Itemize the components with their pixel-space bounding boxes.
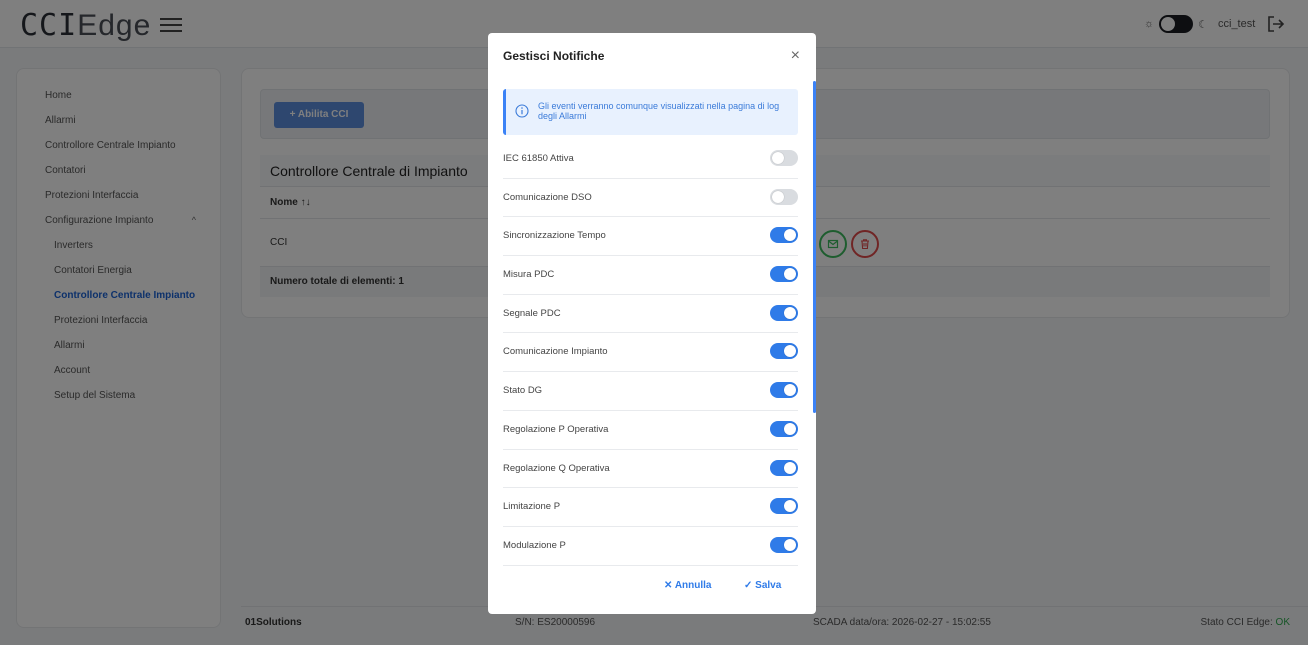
cancel-label: Annulla [674, 580, 712, 591]
notification-label: Sincronizzazione Tempo [503, 230, 606, 242]
notification-toggle[interactable] [770, 536, 798, 553]
notification-toggle[interactable] [770, 304, 798, 321]
notification-label: Modulazione P [503, 539, 566, 551]
notification-row: IEC 61850 Attiva [503, 140, 798, 179]
toggle-list: IEC 61850 Attiva Comunicazione DSO Sincron… [503, 140, 798, 566]
close-icon[interactable]: × [791, 48, 800, 64]
notification-toggle[interactable] [770, 343, 798, 360]
notification-toggle[interactable] [770, 227, 798, 244]
notification-label: IEC 61850 Attiva [503, 153, 574, 164]
notification-row: Stato DG [503, 372, 798, 411]
notification-toggle[interactable] [770, 188, 798, 205]
save-label: Salva [755, 580, 782, 591]
notification-label: Regolazione Q Operativa [503, 462, 610, 474]
notification-toggle[interactable] [770, 498, 798, 515]
notification-label: Stato DG [503, 385, 543, 397]
notification-label: Misura PDC [503, 269, 555, 281]
notification-row: Sincronizzazione Tempo [503, 217, 798, 257]
modal-scrollbar[interactable] [813, 81, 816, 413]
notification-row: Segnale PDC [503, 295, 798, 334]
info-icon [515, 104, 529, 118]
save-button[interactable]: ✓ Salva [744, 580, 781, 591]
cancel-button[interactable]: ✕ Annulla [664, 580, 711, 591]
check-icon: ✓ [744, 580, 753, 591]
notification-row: Comunicazione DSO [503, 179, 798, 218]
info-alert: Gli eventi verranno comunque visualizzat… [503, 89, 798, 135]
info-text: Gli eventi verranno comunque visualizzat… [538, 101, 780, 121]
notification-toggle[interactable] [770, 459, 798, 476]
notifications-modal: Gestisci Notifiche × Gli eventi verranno… [488, 33, 816, 614]
modal-actions: ✕ Annulla ✓ Salva [488, 578, 816, 598]
notification-label: Segnale PDC [503, 307, 561, 319]
notification-row: Modulazione P [503, 527, 798, 566]
notification-label: Limitazione P [503, 501, 561, 513]
notification-toggle[interactable] [770, 266, 798, 283]
notification-row: Misura PDC [503, 256, 798, 295]
notification-toggle[interactable] [770, 150, 798, 166]
notification-row: Comunicazione Impianto [503, 333, 798, 373]
notification-toggle[interactable] [770, 420, 798, 437]
modal-title: Gestisci Notifiche [503, 49, 605, 63]
notification-label: Regolazione P Operativa [503, 423, 609, 435]
notification-row: Regolazione P Operativa [503, 411, 798, 450]
notification-label: Comunicazione DSO [503, 191, 592, 203]
notification-row: Regolazione Q Operativa [503, 450, 798, 489]
notification-toggle[interactable] [770, 382, 798, 399]
cancel-icon: ✕ [664, 580, 673, 591]
notification-row: Limitazione P [503, 488, 798, 527]
notification-label: Comunicazione Impianto [503, 346, 608, 358]
